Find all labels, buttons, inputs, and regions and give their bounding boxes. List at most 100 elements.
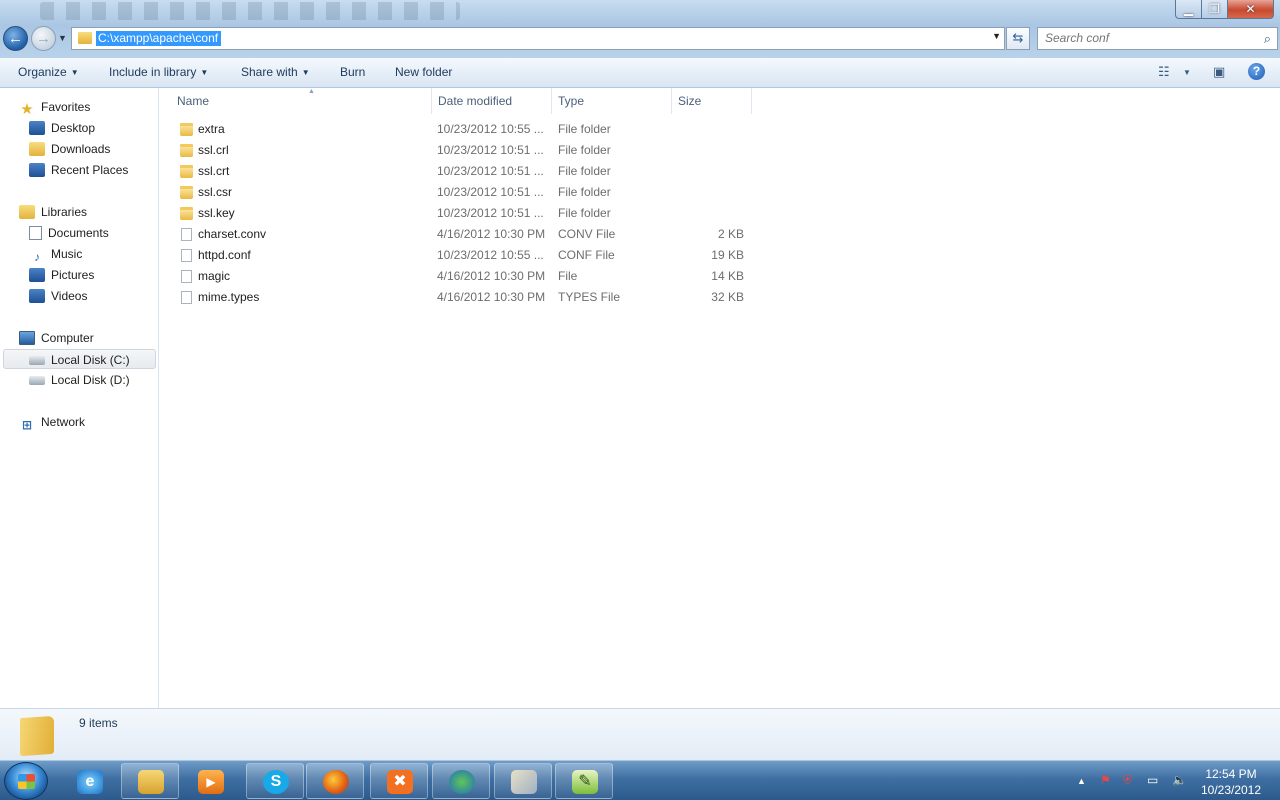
column-header-type[interactable]: Type bbox=[552, 88, 672, 114]
network-tray-icon[interactable]: ▭ bbox=[1147, 773, 1158, 787]
folder-icon bbox=[78, 32, 92, 44]
include-in-library-button[interactable]: Include in library ▼ bbox=[109, 65, 208, 79]
share-with-button[interactable]: Share with ▼ bbox=[241, 65, 310, 79]
taskbar: e ▶ S ✖ ✎ ▲ ⚑ ⛨ ▭ 🔈 12:54 PM 10/23/2012 bbox=[0, 760, 1280, 800]
action-center-icon[interactable]: ⚑ bbox=[1100, 773, 1111, 787]
nav-item-music[interactable]: ♪ Music bbox=[29, 244, 82, 264]
file-type: File bbox=[558, 269, 578, 283]
nav-item-label: Recent Places bbox=[51, 163, 129, 177]
view-dropdown-icon[interactable]: ▼ bbox=[1183, 68, 1191, 77]
forward-button[interactable]: → bbox=[31, 26, 56, 51]
nav-item-documents[interactable]: Documents bbox=[29, 223, 109, 243]
preview-pane-icon[interactable]: ▣ bbox=[1213, 64, 1225, 80]
back-button[interactable]: ← bbox=[3, 26, 28, 51]
file-icon bbox=[181, 228, 192, 241]
start-button[interactable] bbox=[4, 762, 48, 800]
address-dropdown-icon[interactable]: ▼ bbox=[992, 31, 1001, 41]
media-player-icon: ▶ bbox=[198, 770, 224, 794]
folder-icon bbox=[180, 207, 193, 220]
file-row[interactable]: ssl.key 10/23/2012 10:51 ... File folder bbox=[174, 203, 750, 224]
windows-logo-icon bbox=[18, 774, 35, 789]
taskbar-media-player[interactable]: ▶ bbox=[181, 763, 239, 799]
taskbar-notepad[interactable]: ✎ bbox=[555, 763, 613, 799]
file-date-modified: 10/23/2012 10:55 ... bbox=[437, 248, 544, 262]
column-header-date-modified[interactable]: Date modified bbox=[432, 88, 552, 114]
help-icon[interactable]: ? bbox=[1248, 63, 1265, 80]
column-header-name[interactable]: Name ▲ bbox=[171, 88, 432, 114]
nav-item-recent-places[interactable]: Recent Places bbox=[29, 160, 128, 180]
nav-network[interactable]: ⊞ Network bbox=[19, 412, 85, 432]
nav-favorites[interactable]: ★ Favorites bbox=[19, 97, 90, 117]
skype-icon: S bbox=[263, 770, 289, 794]
search-icon[interactable]: ⌕ bbox=[1264, 31, 1271, 47]
address-path-input[interactable] bbox=[96, 31, 221, 46]
nav-item-local-disk-c[interactable]: Local Disk (C:) bbox=[3, 349, 156, 369]
organize-button[interactable]: Organize ▼ bbox=[18, 65, 79, 79]
refresh-button[interactable]: ⇆ bbox=[1006, 27, 1030, 50]
file-name: magic bbox=[198, 269, 231, 283]
file-date-modified: 10/23/2012 10:51 ... bbox=[437, 206, 544, 220]
close-button[interactable]: ✕ bbox=[1228, 0, 1274, 19]
notepad-icon: ✎ bbox=[572, 770, 598, 794]
search-input[interactable] bbox=[1045, 31, 1245, 45]
file-row[interactable]: extra 10/23/2012 10:55 ... File folder bbox=[174, 119, 750, 140]
address-bar[interactable]: ▼ bbox=[71, 27, 1005, 50]
volume-icon[interactable]: 🔈 bbox=[1172, 773, 1187, 787]
nav-item-label: Music bbox=[51, 247, 83, 261]
file-row[interactable]: magic 4/16/2012 10:30 PM File 14 KB bbox=[174, 266, 750, 287]
recent-pages-dropdown[interactable]: ▼ bbox=[58, 33, 67, 43]
nav-item-local-disk-d[interactable]: Local Disk (D:) bbox=[29, 370, 130, 390]
item-count: 9 items bbox=[79, 716, 118, 730]
file-row[interactable]: ssl.crt 10/23/2012 10:51 ... File folder bbox=[174, 161, 750, 182]
search-box[interactable]: ⌕ bbox=[1037, 27, 1278, 50]
burn-button[interactable]: Burn bbox=[340, 65, 365, 79]
view-options-icon[interactable]: ☷ bbox=[1158, 64, 1170, 80]
xampp-icon: ✖ bbox=[387, 770, 413, 794]
nav-item-videos[interactable]: Videos bbox=[29, 286, 87, 306]
taskbar-explorer[interactable] bbox=[121, 763, 179, 799]
column-header-size[interactable]: Size bbox=[672, 88, 752, 114]
nav-computer[interactable]: Computer bbox=[19, 328, 94, 348]
column-name-label: Name bbox=[177, 94, 210, 108]
taskbar-skype[interactable]: S bbox=[246, 763, 304, 799]
nav-item-label: Videos bbox=[51, 289, 88, 303]
file-list: Name ▲ Date modified Type Size extra 10/23… bbox=[160, 88, 1280, 708]
file-size: 19 KB bbox=[711, 248, 744, 262]
clock[interactable]: 12:54 PM 10/23/2012 bbox=[1196, 766, 1266, 798]
nav-favorites-label: Favorites bbox=[41, 100, 91, 114]
file-name: ssl.key bbox=[198, 206, 235, 220]
nav-libraries[interactable]: Libraries bbox=[19, 202, 87, 222]
nav-item-desktop[interactable]: Desktop bbox=[29, 118, 95, 138]
taskbar-internet-explorer[interactable]: e bbox=[60, 763, 118, 799]
maximize-button[interactable]: ❐ bbox=[1202, 0, 1228, 19]
file-icon bbox=[181, 291, 192, 304]
folder-icon bbox=[180, 186, 193, 199]
taskbar-download-manager[interactable] bbox=[432, 763, 490, 799]
maximize-icon: ❐ bbox=[1209, 2, 1220, 16]
firefox-icon bbox=[323, 770, 349, 794]
minimize-button[interactable]: ▁ bbox=[1175, 0, 1202, 19]
taskbar-paint[interactable] bbox=[494, 763, 552, 799]
disk-icon bbox=[29, 376, 45, 385]
file-row[interactable]: mime.types 4/16/2012 10:30 PM TYPES File 32… bbox=[174, 287, 750, 308]
new-folder-button[interactable]: New folder bbox=[395, 65, 452, 79]
file-row[interactable]: charset.conv 4/16/2012 10:30 PM CONV File 2… bbox=[174, 224, 750, 245]
security-icon[interactable]: ⛨ bbox=[1123, 773, 1132, 788]
file-type: File folder bbox=[558, 143, 611, 157]
file-icon bbox=[181, 249, 192, 262]
libraries-icon bbox=[19, 205, 35, 219]
star-icon: ★ bbox=[20, 101, 34, 118]
nav-item-pictures[interactable]: Pictures bbox=[29, 265, 94, 285]
close-icon: ✕ bbox=[1245, 2, 1256, 16]
file-row[interactable]: ssl.csr 10/23/2012 10:51 ... File folder bbox=[174, 182, 750, 203]
nav-computer-label: Computer bbox=[41, 331, 94, 345]
show-hidden-icons-button[interactable]: ▲ bbox=[1077, 776, 1086, 786]
file-row[interactable]: httpd.conf 10/23/2012 10:55 ... CONF File 1… bbox=[174, 245, 750, 266]
internet-explorer-icon: e bbox=[77, 770, 103, 794]
nav-item-downloads[interactable]: Downloads bbox=[29, 139, 110, 159]
navigation-pane: ★ Favorites Desktop Downloads Recent Plac… bbox=[0, 88, 159, 708]
blurred-window-title bbox=[40, 2, 460, 20]
taskbar-xampp[interactable]: ✖ bbox=[370, 763, 428, 799]
taskbar-firefox[interactable] bbox=[306, 763, 364, 799]
file-row[interactable]: ssl.crl 10/23/2012 10:51 ... File folder bbox=[174, 140, 750, 161]
